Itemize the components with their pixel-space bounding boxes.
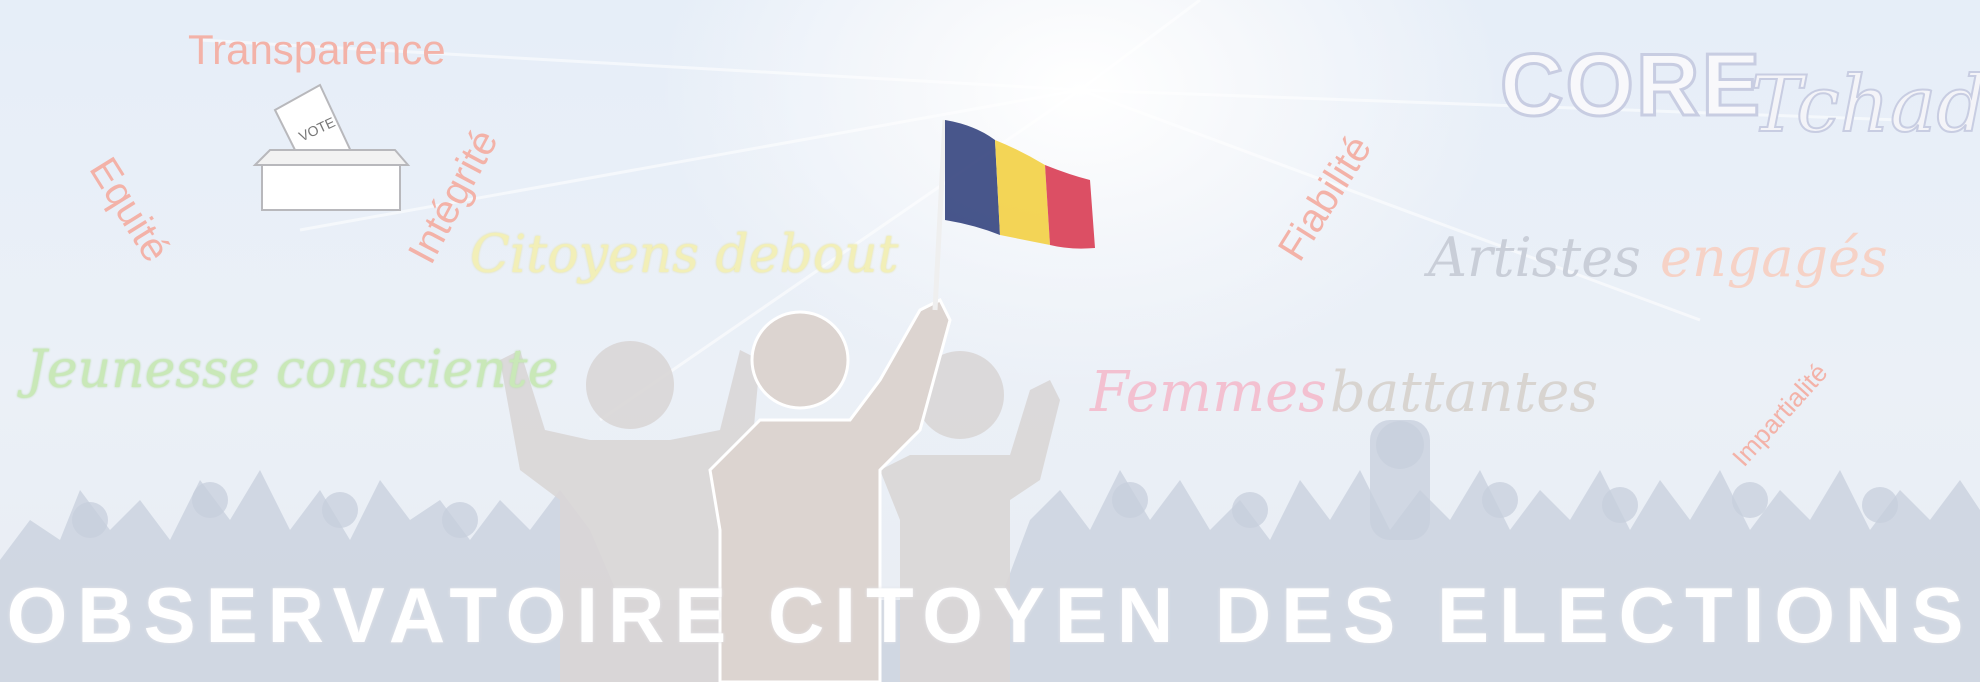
word-battantes: battantes [1330,360,1599,425]
word-transparence: Transparence [188,26,446,73]
word-artistes: Artistes [1428,226,1641,289]
chad-flag [945,120,1095,249]
banner-title: OBSERVATOIRE CITOYEN DES ELECTIONS [6,571,1974,659]
word-engages: engagés [1660,226,1888,289]
logo-core-text: CORE [1498,34,1763,136]
core-tchad-logo: CORE Tchad [1498,20,1980,152]
election-observatory-banner: VOTE Transparence Equité Intégrité Citoy… [0,0,1980,682]
word-citoyens-debout: Citoyens debout [470,225,899,285]
word-femmes: Femmes [1090,360,1328,425]
word-jeunesse-consciente: Jeunesse consciente [26,340,559,400]
ballot-box-icon: VOTE [252,83,411,211]
flag-pole [932,119,948,311]
logo-tchad-text: Tchad [1749,59,1980,151]
